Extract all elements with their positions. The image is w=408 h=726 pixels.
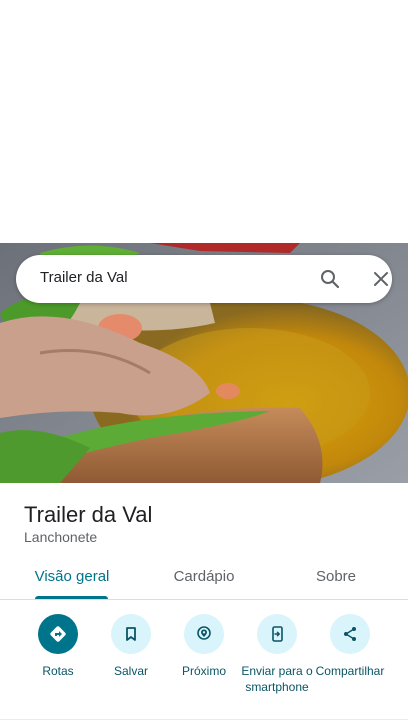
send-to-phone-label: Enviar para o smartphone	[241, 664, 313, 694]
close-icon[interactable]	[369, 267, 393, 291]
tab-overview[interactable]: Visão geral	[24, 568, 120, 585]
directions-label: Rotas	[42, 664, 74, 678]
send-to-phone-button[interactable]: Enviar para o smartphone	[239, 612, 315, 695]
tabs-divider	[0, 599, 408, 600]
place-tabs: Visão geral Cardápio Sobre	[0, 556, 408, 600]
place-category[interactable]: Lanchonete	[24, 529, 97, 545]
directions-button[interactable]: Rotas	[20, 612, 96, 679]
directions-icon	[38, 614, 78, 654]
tab-menu[interactable]: Cardápio	[156, 568, 252, 585]
share-button[interactable]: Compartilhar	[312, 612, 388, 679]
save-label: Salvar	[113, 664, 148, 678]
send-to-phone-icon	[257, 614, 297, 654]
search-icon[interactable]	[318, 267, 342, 291]
bottom-divider	[0, 719, 408, 720]
share-icon	[330, 614, 370, 654]
nearby-label: Próximo	[181, 664, 226, 678]
save-button[interactable]: Salvar	[93, 612, 169, 679]
search-bar[interactable]: Trailer da Val	[16, 255, 392, 303]
share-label: Compartilhar	[315, 664, 385, 678]
search-input[interactable]: Trailer da Val	[40, 269, 128, 286]
tab-about[interactable]: Sobre	[288, 568, 384, 585]
action-buttons-row: Rotas Salvar Próximo Enviar para o smart…	[0, 612, 408, 712]
bookmark-icon	[111, 614, 151, 654]
place-title: Trailer da Val	[24, 502, 153, 527]
map-blank-area	[0, 0, 408, 243]
nearby-button[interactable]: Próximo	[166, 612, 242, 679]
nearby-pin-icon	[184, 614, 224, 654]
